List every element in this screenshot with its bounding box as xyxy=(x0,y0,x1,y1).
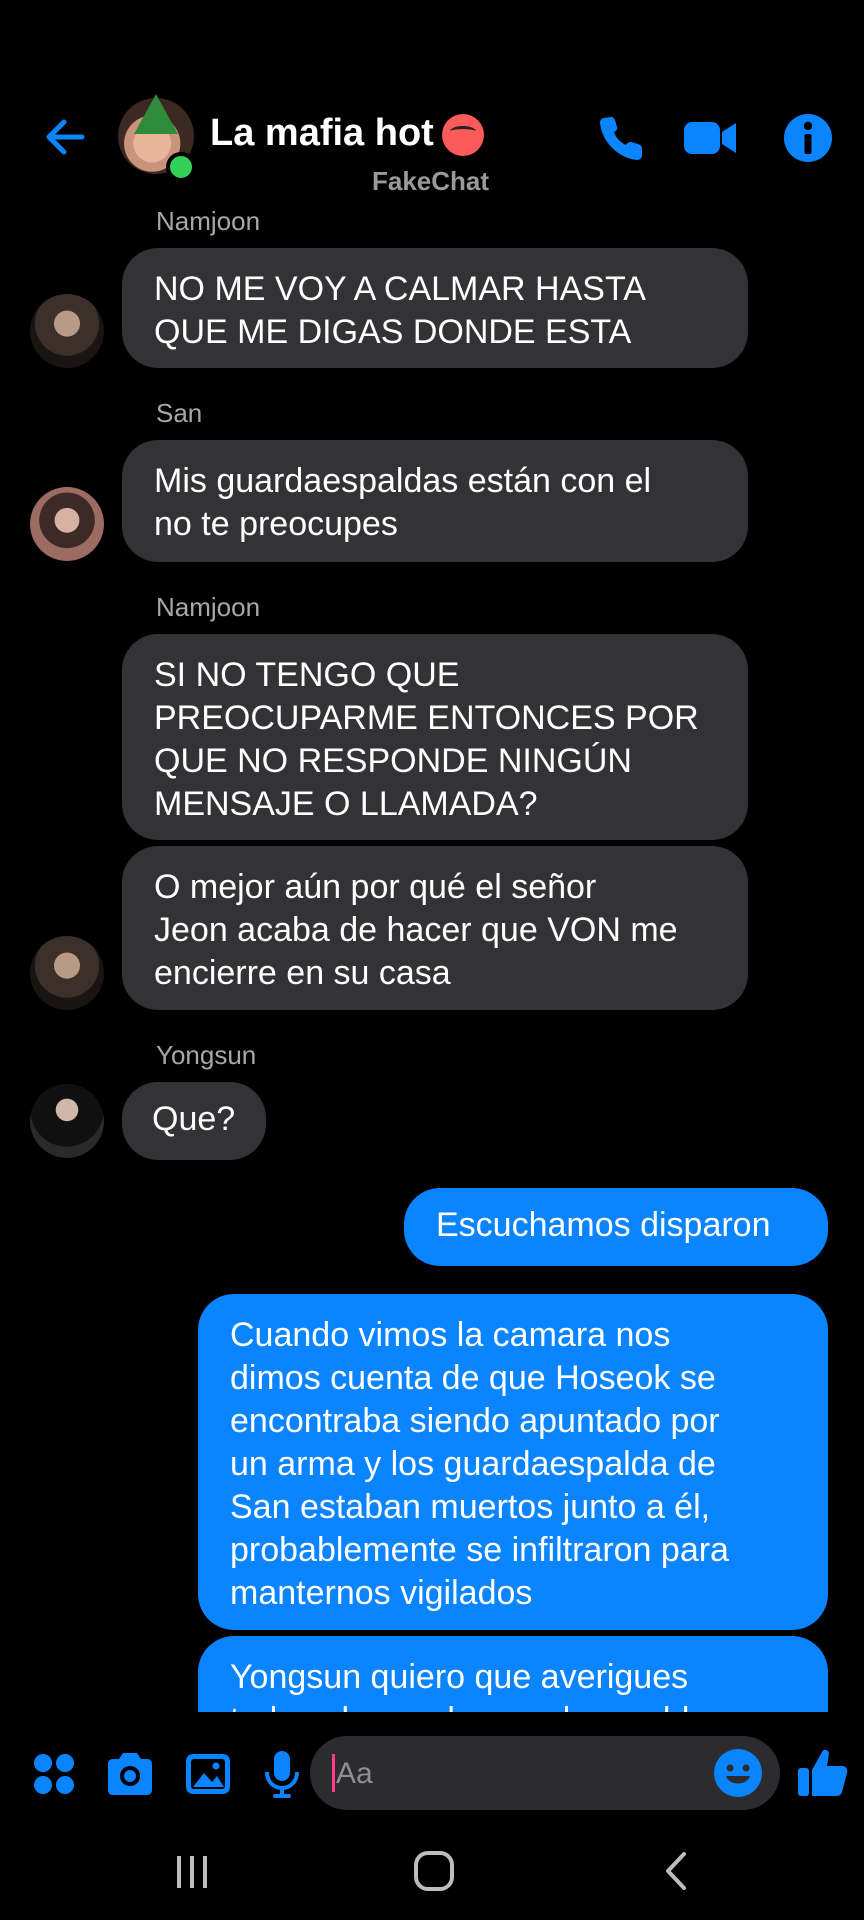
message-input[interactable] xyxy=(334,1736,698,1812)
chat-title[interactable]: La mafia hot xyxy=(210,112,434,154)
message-bubble-incoming[interactable]: Que? xyxy=(122,1082,266,1160)
message-bubble-outgoing[interactable]: Cuando vimos la camara nos dimos cuenta … xyxy=(198,1294,828,1630)
sender-name: Namjoon xyxy=(156,592,261,622)
recent-apps-icon[interactable] xyxy=(162,1846,222,1896)
back-arrow-icon[interactable] xyxy=(40,112,90,162)
message-bubble-incoming[interactable]: NO ME VOY A CALMAR HASTA QUE ME DIGAS DO… xyxy=(122,248,748,368)
hot-face-emoji-icon xyxy=(441,113,484,156)
sender-avatar-namjoon[interactable] xyxy=(30,294,104,368)
message-bubble-incoming[interactable]: O mejor aún por qué el señor Jeon acaba … xyxy=(122,846,748,1010)
emoji-icon[interactable] xyxy=(712,1747,764,1799)
sender-name: San xyxy=(156,398,203,428)
message-bubble-incoming[interactable]: Mis guardaespaldas están con el no te pr… xyxy=(122,440,748,562)
camera-icon[interactable] xyxy=(104,1748,156,1800)
home-icon[interactable] xyxy=(404,1846,464,1896)
sender-name: Namjoon xyxy=(156,206,261,236)
info-icon[interactable] xyxy=(780,110,836,166)
sender-avatar-san[interactable] xyxy=(30,487,104,561)
phone-icon[interactable] xyxy=(594,110,650,166)
message-input-container[interactable] xyxy=(310,1736,780,1812)
online-status-dot xyxy=(166,152,196,182)
apps-grid-icon[interactable] xyxy=(28,1748,80,1800)
fakechat-watermark: FakeChat xyxy=(372,166,490,196)
sender-name: Yongsun xyxy=(156,1040,257,1070)
thumbs-up-icon[interactable] xyxy=(794,1744,850,1800)
gallery-icon[interactable] xyxy=(182,1748,234,1800)
back-icon[interactable] xyxy=(646,1846,706,1896)
message-list-clip xyxy=(0,1712,864,1726)
message-bubble-outgoing[interactable]: Escuchamos disparon xyxy=(404,1188,828,1266)
sender-avatar-yongsun[interactable] xyxy=(30,1084,104,1158)
video-camera-icon[interactable] xyxy=(680,110,740,166)
chat-title-row[interactable]: La mafia hot xyxy=(210,112,484,156)
microphone-icon[interactable] xyxy=(256,1748,308,1800)
message-bubble-incoming[interactable]: SI NO TENGO QUE PREOCUPARME ENTONCES POR… xyxy=(122,634,748,840)
sender-avatar-namjoon[interactable] xyxy=(30,936,104,1010)
